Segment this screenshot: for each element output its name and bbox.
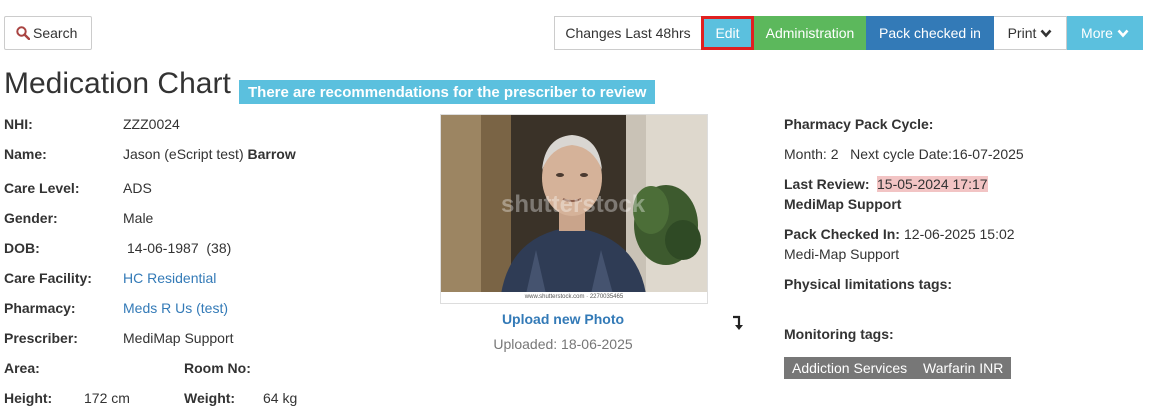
- pharmacy-pack-cycle-label: Pharmacy Pack Cycle:: [784, 116, 934, 132]
- photo-caption-strip: www.shutterstock.com · 2270035465: [441, 292, 707, 303]
- care-level-label: Care Level:: [4, 180, 80, 196]
- prescriber-value: MediMap Support: [123, 330, 234, 346]
- pack-checked-in-label: Pack Checked In:: [784, 226, 900, 242]
- height-value: 172 cm: [84, 390, 130, 406]
- dob-value: 14-06-1987 (38): [127, 240, 232, 256]
- administration-button[interactable]: Administration: [754, 16, 866, 50]
- monitoring-tag: Addiction Services: [784, 357, 916, 379]
- photo-uploaded-date: Uploaded: 18-06-2025: [493, 336, 633, 352]
- monitoring-tag: Warfarin INR: [915, 357, 1012, 379]
- dob-label: DOB:: [4, 240, 40, 256]
- search-icon: [16, 26, 30, 40]
- chevron-down-icon: [1040, 29, 1052, 37]
- room-no-label: Room No:: [184, 360, 251, 376]
- upload-new-photo-link[interactable]: Upload new Photo: [440, 311, 686, 327]
- search-button[interactable]: Search: [4, 16, 92, 50]
- chevron-down-icon: [1117, 29, 1129, 37]
- pharmacy-link[interactable]: Meds R Us (test): [123, 300, 228, 316]
- care-level-value: ADS: [123, 180, 152, 196]
- more-button[interactable]: More: [1067, 16, 1143, 50]
- care-facility-label: Care Facility:: [4, 270, 92, 286]
- name-label: Name:: [4, 146, 47, 162]
- page-title: Medication Chart: [4, 67, 231, 100]
- physical-limitations-tags-label: Physical limitations tags:: [784, 276, 953, 292]
- nhi-label: NHI:: [4, 116, 33, 132]
- prescriber-label: Prescriber:: [4, 330, 78, 346]
- patient-photo: shutterstock www.shutterstock.com · 2270…: [440, 114, 708, 304]
- pack-checked-in-button[interactable]: Pack checked in: [866, 16, 994, 50]
- monitoring-tags-label: Monitoring tags:: [784, 326, 894, 342]
- gender-label: Gender:: [4, 210, 58, 226]
- action-button-group: Changes Last 48hrs Edit Administration P…: [554, 16, 1143, 50]
- patient-first-name: Jason (eScript test): [123, 146, 244, 162]
- nhi-value: ZZZ0024: [123, 116, 180, 132]
- weight-value: 64 kg: [263, 390, 298, 406]
- pack-checked-in-date: 12-06-2025 15:02: [904, 226, 1015, 242]
- gender-value: Male: [123, 210, 154, 226]
- weight-label: Weight:: [184, 390, 236, 406]
- turn-down-arrow-icon[interactable]: [731, 314, 745, 332]
- pack-checked-in-by: Medi-Map Support: [784, 246, 900, 262]
- more-button-label: More: [1081, 25, 1113, 41]
- changes-last-48hrs-button[interactable]: Changes Last 48hrs: [554, 16, 701, 50]
- patient-last-name: Barrow: [247, 146, 296, 162]
- recommendations-banner[interactable]: There are recommendations for the prescr…: [239, 80, 656, 104]
- search-button-label: Search: [33, 25, 78, 41]
- print-button[interactable]: Print: [994, 16, 1067, 50]
- print-button-label: Print: [1007, 25, 1037, 41]
- height-label: Height:: [4, 390, 53, 406]
- last-review-by: MediMap Support: [784, 196, 902, 212]
- pharmacy-label: Pharmacy:: [4, 300, 76, 316]
- care-facility-link[interactable]: HC Residential: [123, 270, 216, 286]
- patient-name: Jason (eScript test) Barrow: [123, 146, 296, 162]
- last-review-date: 15-05-2024 17:17: [877, 176, 988, 192]
- area-label: Area:: [4, 360, 40, 376]
- last-review-label: Last Review:: [784, 176, 870, 192]
- edit-button[interactable]: Edit: [701, 16, 754, 50]
- photo-watermark: shutterstock: [501, 191, 646, 218]
- pack-cycle-value: Month: 2 Next cycle Date:16-07-2025: [784, 146, 1024, 162]
